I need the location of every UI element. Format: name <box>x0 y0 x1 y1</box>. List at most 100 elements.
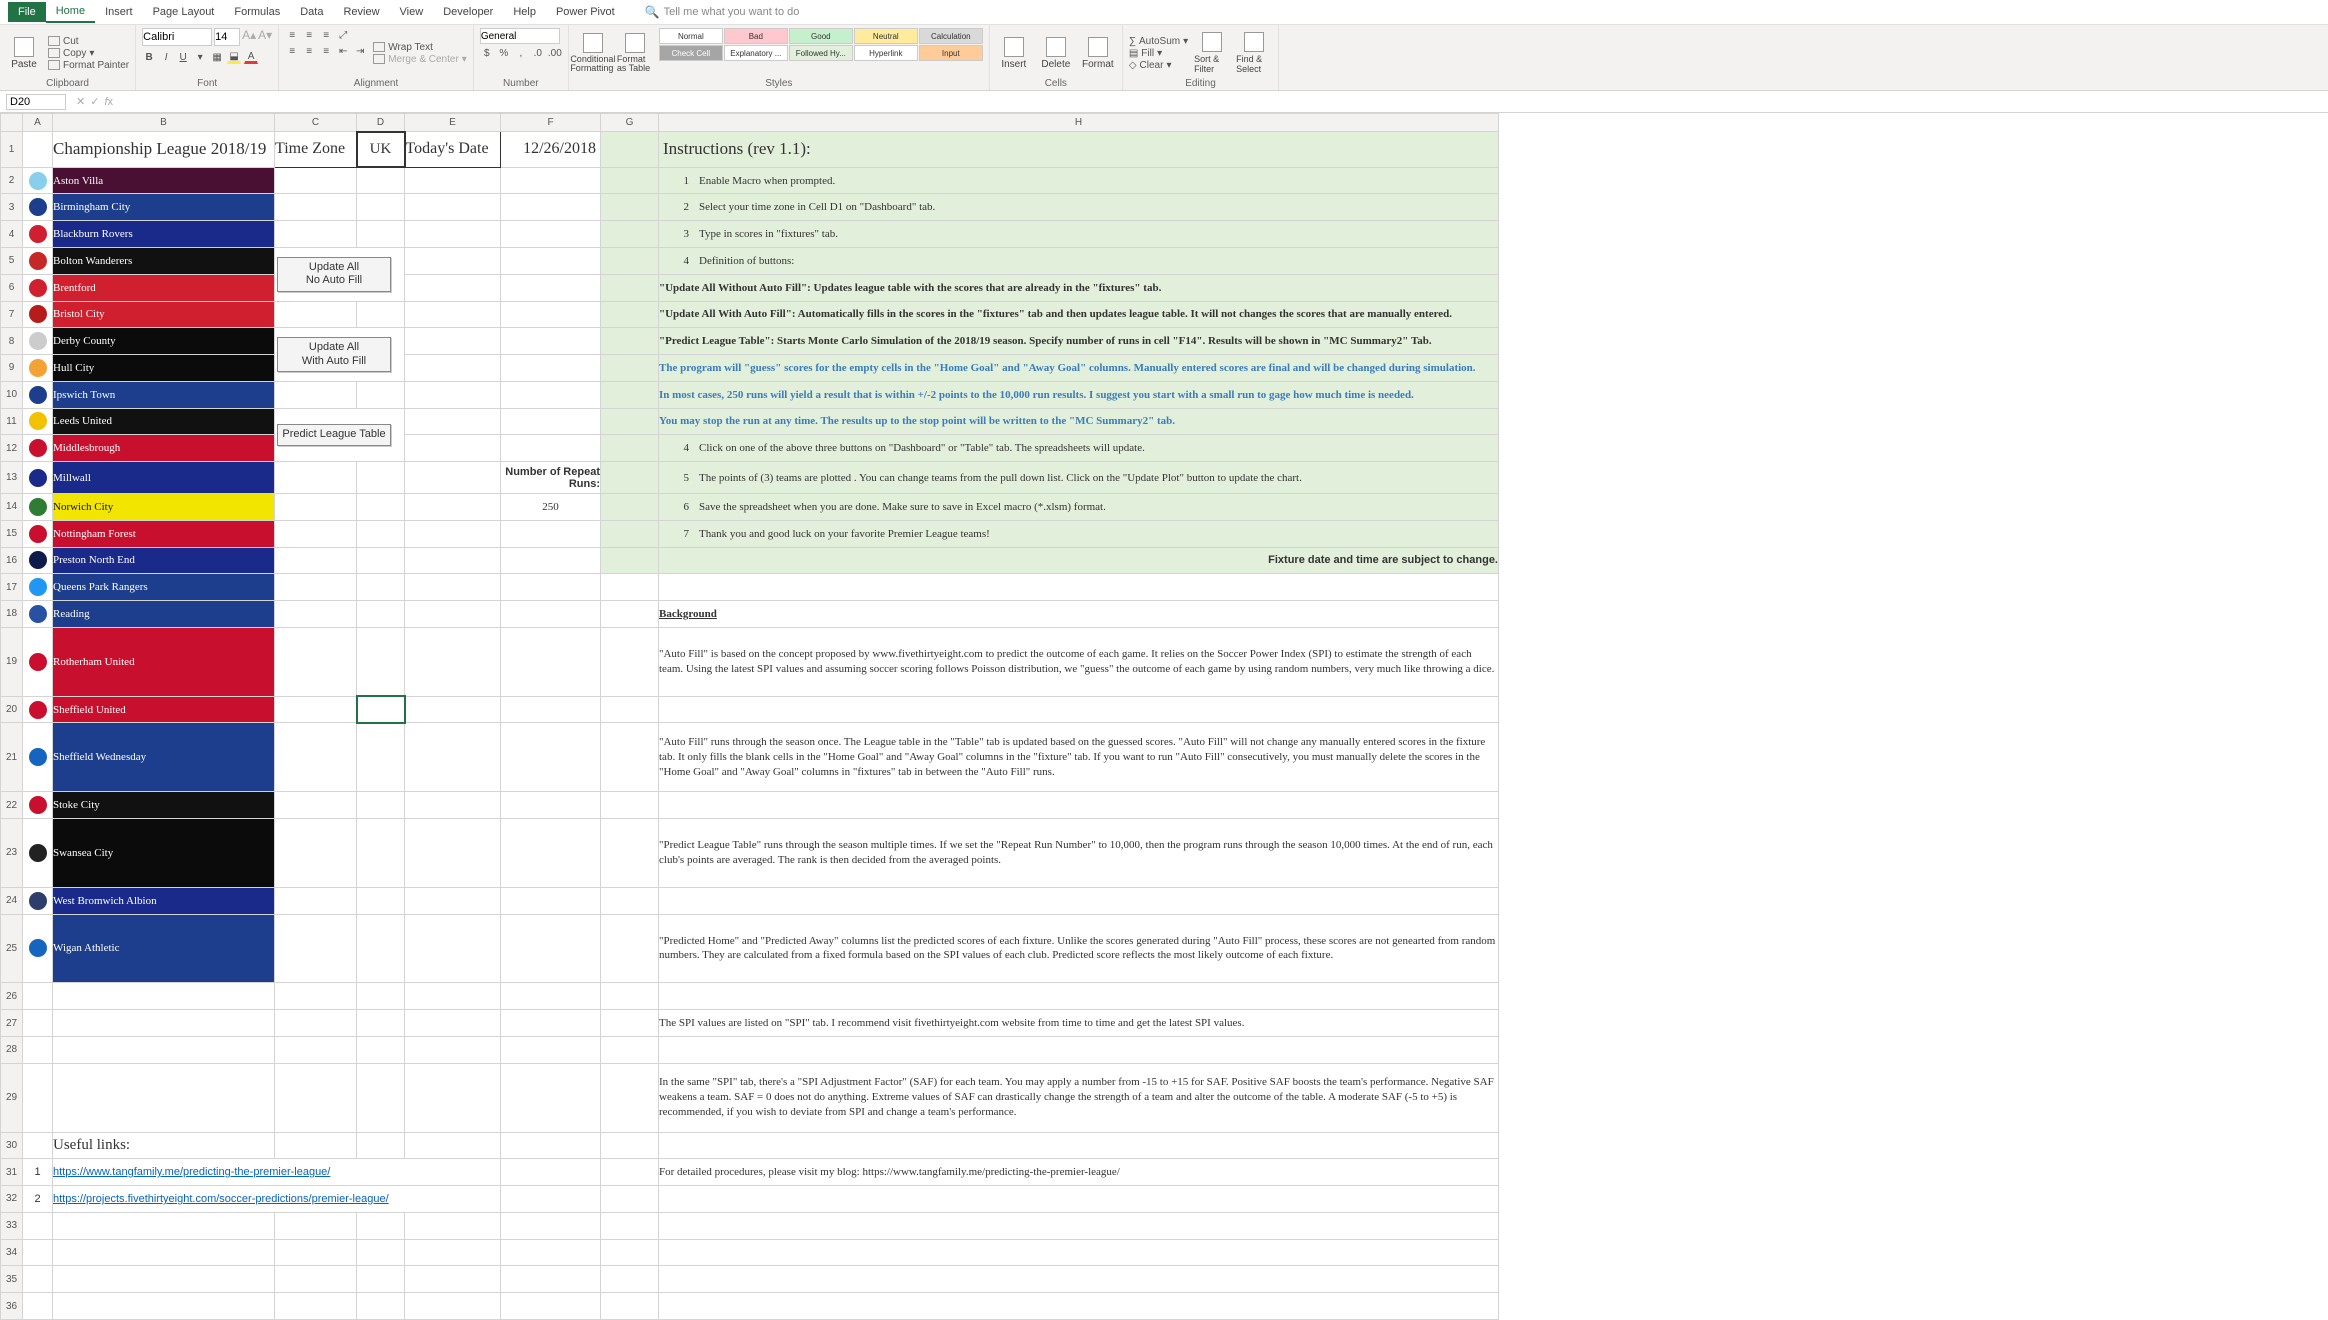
cell-style-option[interactable]: Good <box>789 28 853 44</box>
cut-button[interactable]: Cut <box>48 36 129 47</box>
decrease-font-icon[interactable]: A▾ <box>258 28 272 46</box>
row-header[interactable]: 9 <box>1 355 23 382</box>
h-cell[interactable]: 3Type in scores in "fixtures" tab. <box>659 221 1499 248</box>
useful-link[interactable]: https://www.tangfamily.me/predicting-the… <box>53 1166 330 1178</box>
h-cell[interactable]: "Update All Without Auto Fill": Updates … <box>659 274 1499 301</box>
team-name[interactable]: Blackburn Rovers <box>53 221 275 248</box>
h-cell[interactable]: You may stop the run at any time. The re… <box>659 408 1499 435</box>
row-header[interactable]: 25 <box>1 914 23 983</box>
row-header[interactable]: 12 <box>1 435 23 462</box>
h-cell[interactable]: 6Save the spreadsheet when you are done.… <box>659 493 1499 520</box>
row-header[interactable]: 7 <box>1 301 23 328</box>
row-header[interactable]: 34 <box>1 1239 23 1266</box>
team-name[interactable]: Reading <box>53 601 275 628</box>
row-header[interactable]: 24 <box>1 887 23 914</box>
name-box[interactable] <box>6 94 66 110</box>
tab-help[interactable]: Help <box>503 2 546 22</box>
h-cell[interactable]: 7Thank you and good luck on your favorit… <box>659 520 1499 547</box>
conditional-formatting-button[interactable]: Conditional Formatting <box>575 28 611 78</box>
font-name-select[interactable] <box>142 28 212 46</box>
team-name[interactable]: Ipswich Town <box>53 381 275 408</box>
h-cell[interactable] <box>659 1293 1499 1320</box>
tab-power-pivot[interactable]: Power Pivot <box>546 2 625 22</box>
cell-style-option[interactable]: Bad <box>724 28 788 44</box>
h-cell[interactable] <box>659 1212 1499 1239</box>
team-name[interactable]: Sheffield Wednesday <box>53 723 275 792</box>
team-name[interactable]: Sheffield United <box>53 696 275 723</box>
team-name[interactable]: Leeds United <box>53 408 275 435</box>
h-cell[interactable] <box>659 887 1499 914</box>
tab-home[interactable]: Home <box>46 1 95 23</box>
team-name[interactable]: Nottingham Forest <box>53 520 275 547</box>
team-name[interactable]: West Bromwich Albion <box>53 887 275 914</box>
timezone-label[interactable]: Time Zone <box>275 132 357 168</box>
row-header[interactable]: 18 <box>1 601 23 628</box>
tab-formulas[interactable]: Formulas <box>224 2 290 22</box>
team-name[interactable]: Swansea City <box>53 818 275 887</box>
team-name[interactable]: Hull City <box>53 355 275 382</box>
row-header[interactable]: 14 <box>1 493 23 520</box>
h-cell[interactable]: "Auto Fill" is based on the concept prop… <box>659 627 1499 696</box>
row-header[interactable]: 10 <box>1 381 23 408</box>
h-cell[interactable] <box>659 1186 1499 1213</box>
h-cell[interactable]: 4Click on one of the above three buttons… <box>659 435 1499 462</box>
league-title[interactable]: Championship League 2018/19 <box>53 132 275 168</box>
team-name[interactable]: Derby County <box>53 328 275 355</box>
team-name[interactable]: Queens Park Rangers <box>53 574 275 601</box>
row-header[interactable]: 32 <box>1 1186 23 1213</box>
team-name[interactable]: Birmingham City <box>53 194 275 221</box>
tab-developer[interactable]: Developer <box>433 2 503 22</box>
useful-link[interactable]: https://projects.fivethirtyeight.com/soc… <box>53 1193 389 1205</box>
border-icon[interactable]: ▦ <box>210 50 224 64</box>
row-header[interactable]: 16 <box>1 547 23 574</box>
underline-icon[interactable]: U <box>176 50 190 64</box>
row-header[interactable]: 36 <box>1 1293 23 1320</box>
tab-file[interactable]: File <box>8 2 46 22</box>
row-header[interactable]: 6 <box>1 274 23 301</box>
fx-icon[interactable]: fx <box>104 96 113 108</box>
tab-page-layout[interactable]: Page Layout <box>143 2 225 22</box>
bold-icon[interactable]: B <box>142 50 156 64</box>
row-header[interactable]: 30 <box>1 1132 23 1159</box>
row-header[interactable]: 35 <box>1 1266 23 1293</box>
h-cell[interactable]: "Predict League Table": Starts Monte Car… <box>659 328 1499 355</box>
timezone-cell[interactable]: UK <box>357 132 405 168</box>
h-cell[interactable]: Instructions (rev 1.1): <box>659 132 1499 168</box>
row-header[interactable]: 5 <box>1 247 23 274</box>
h-cell[interactable] <box>659 696 1499 723</box>
h-cell[interactable]: In most cases, 250 runs will yield a res… <box>659 381 1499 408</box>
h-cell[interactable]: 1Enable Macro when prompted. <box>659 167 1499 194</box>
team-name[interactable]: Brentford <box>53 274 275 301</box>
autosum-button[interactable]: ∑ AutoSum ▾ <box>1129 36 1188 47</box>
format-cells-button[interactable]: Format <box>1080 28 1116 78</box>
row-header[interactable]: 29 <box>1 1063 23 1132</box>
h-cell[interactable]: "Predicted Home" and "Predicted Away" co… <box>659 914 1499 983</box>
sort-filter-button[interactable]: Sort & Filter <box>1194 28 1230 78</box>
row-header[interactable]: 31 <box>1 1159 23 1186</box>
cell-style-option[interactable]: Followed Hy... <box>789 45 853 61</box>
find-select-button[interactable]: Find & Select <box>1236 28 1272 78</box>
h-cell[interactable] <box>659 792 1499 819</box>
row-header[interactable]: 8 <box>1 328 23 355</box>
copy-button[interactable]: Copy ▾ <box>48 48 129 59</box>
update-all-with-autofill-button[interactable]: Update AllWith Auto Fill <box>277 337 391 373</box>
row-header[interactable]: 3 <box>1 194 23 221</box>
delete-cells-button[interactable]: Delete <box>1038 28 1074 78</box>
h-cell[interactable] <box>659 1036 1499 1063</box>
team-name[interactable]: Wigan Athletic <box>53 914 275 983</box>
row-header[interactable]: 4 <box>1 221 23 248</box>
team-name[interactable]: Bristol City <box>53 301 275 328</box>
format-painter-button[interactable]: Format Painter <box>48 60 129 71</box>
font-color-icon[interactable]: A <box>244 50 258 64</box>
h-cell[interactable]: 4Definition of buttons: <box>659 247 1499 274</box>
team-name[interactable]: Aston Villa <box>53 167 275 194</box>
paste-button[interactable]: Paste <box>6 28 42 78</box>
row-header[interactable]: 1 <box>1 132 23 168</box>
cell-style-option[interactable]: Input <box>919 45 983 61</box>
row-header[interactable]: 13 <box>1 462 23 494</box>
h-cell[interactable] <box>659 574 1499 601</box>
column-headers[interactable]: ABCDEFGH <box>1 114 1499 132</box>
row-header[interactable]: 17 <box>1 574 23 601</box>
italic-icon[interactable]: I <box>159 50 173 64</box>
row-header[interactable]: 27 <box>1 1010 23 1037</box>
